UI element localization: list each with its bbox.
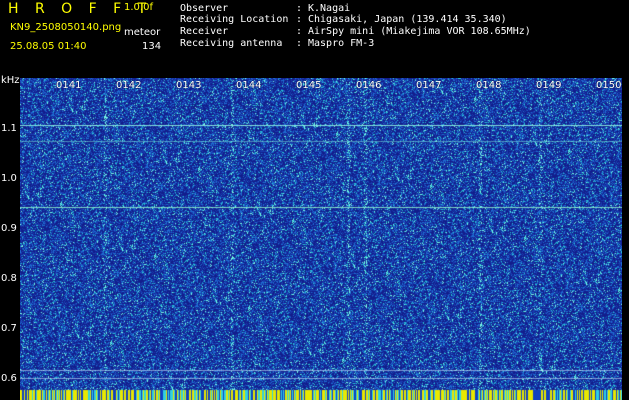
time-label: 0147 — [416, 80, 442, 91]
time-label: 0141 — [56, 80, 82, 91]
info-colon: : — [296, 14, 303, 25]
time-label: 0142 — [116, 80, 142, 91]
y-tick-label: 1.1 — [1, 123, 17, 134]
timestamp: 25.08.05 01:40 — [10, 41, 87, 52]
y-tick-label: 0.9 — [1, 223, 17, 234]
time-label: 0145 — [296, 80, 322, 91]
time-label: 0149 — [536, 80, 562, 91]
time-label: 0144 — [236, 80, 262, 91]
y-tick-label: 0.6 — [1, 373, 17, 384]
app-version: 1.0.0f — [124, 2, 153, 13]
spectrogram-plot: 0141 0142 0143 0144 0145 0146 0147 0148 … — [20, 78, 622, 400]
time-label: 0143 — [176, 80, 202, 91]
y-axis-unit: kHz — [1, 75, 20, 86]
detection-count: 134 — [142, 41, 162, 52]
info-label-antenna: Receiving antenna — [180, 38, 283, 49]
info-value-location: Chigasaki, Japan (139.414 35.340) — [308, 14, 507, 25]
time-label: 0146 — [356, 80, 382, 91]
y-tick-label: 0.7 — [1, 323, 17, 334]
info-value-receiver: AirSpy mini (Miakejima VOR 108.65MHz) — [308, 26, 531, 37]
y-tick-label: 0.8 — [1, 273, 17, 284]
info-colon: : — [296, 38, 303, 49]
info-value-observer: K.Nagai — [308, 3, 351, 14]
info-label-observer: Observer — [180, 3, 229, 14]
hrofft-window: H R O F F T 1.0.0f KN9_2508050140.png me… — [0, 0, 629, 400]
info-colon: : — [296, 26, 303, 37]
spectrogram-image — [20, 78, 622, 400]
time-label: 0150 — [596, 80, 622, 91]
y-tick-label: 1.0 — [1, 173, 17, 184]
info-label-receiver: Receiver — [180, 26, 229, 37]
info-value-antenna: Maspro FM-3 — [308, 38, 375, 49]
time-label: 0148 — [476, 80, 502, 91]
file-name: KN9_2508050140.png — [10, 22, 122, 33]
info-colon: : — [296, 3, 303, 14]
mode-label: meteor — [124, 27, 161, 38]
info-label-location: Receiving Location — [180, 14, 289, 25]
